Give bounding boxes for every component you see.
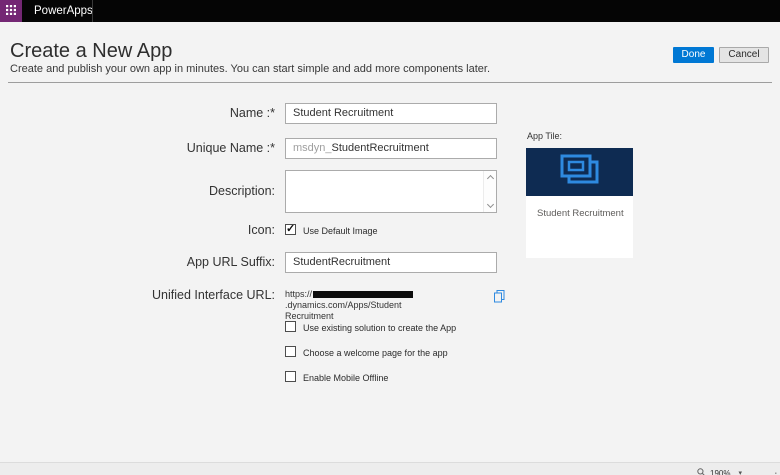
app-tile-card[interactable]: Student Recruitment [526,148,633,258]
unique-name-value: StudentRecruitment [332,142,429,154]
description-label: Description: [10,170,275,213]
scroll-down-icon[interactable] [486,201,493,208]
zoom-level-text: 190% [710,469,730,475]
topbar-app-name[interactable]: PowerApps [34,0,93,22]
name-label: Name :* [10,103,275,124]
zoom-dropdown-caret-icon: ▾ [738,469,742,475]
choose-welcome-page-checkbox[interactable]: ✓ [285,346,296,357]
redacted-org-name [313,291,413,298]
top-navigation-bar: PowerApps [0,0,780,22]
use-default-image-label: Use Default Image [303,226,378,236]
url-suffix-line1: .dynamics.com/Apps/Student [285,300,402,310]
use-existing-solution-checkbox[interactable]: ✓ [285,321,296,332]
topbar-separator [92,0,93,22]
url-line-1: https://.dynamics.com/Apps/Student [285,289,497,311]
copy-url-button[interactable] [494,290,505,308]
use-existing-solution-label: Use existing solution to create the App [303,323,456,333]
url-line-2: Recruitment [285,311,497,322]
zoom-control[interactable]: 190% ▾ [697,464,742,475]
app-launcher-button[interactable] [0,0,22,22]
unique-name-prefix: msdyn_ [293,142,332,154]
name-input-value: Student Recruitment [293,107,393,119]
status-bar [0,462,780,475]
header-divider [8,82,772,83]
icon-label: Icon: [10,224,275,236]
page-subtitle: Create and publish your own app in minut… [10,63,490,75]
unique-name-label: Unique Name :* [10,138,275,159]
app-url-suffix-input[interactable]: StudentRecruitment [285,252,497,273]
page-title: Create a New App [10,40,172,63]
enable-mobile-offline-label: Enable Mobile Offline [303,373,388,383]
app-tile-icon [558,153,602,192]
unified-interface-url-value: https://.dynamics.com/Apps/Student Recru… [285,289,497,322]
scroll-up-icon[interactable] [486,175,493,182]
done-button[interactable]: Done [673,47,714,63]
app-url-suffix-value: StudentRecruitment [293,256,390,268]
description-textarea[interactable] [285,170,497,213]
cancel-button[interactable]: Cancel [719,47,769,63]
app-tile-title: Student Recruitment [537,208,624,219]
use-default-image-checkbox[interactable]: ✓ [285,224,296,235]
name-input[interactable]: Student Recruitment [285,103,497,124]
app-tile-image [526,148,633,196]
unique-name-input[interactable]: msdyn_StudentRecruitment [285,138,497,159]
create-new-app-page: PowerApps Create a New App Create and pu… [0,0,780,475]
choose-welcome-page-label: Choose a welcome page for the app [303,348,448,358]
app-url-suffix-label: App URL Suffix: [10,252,275,273]
app-tile-label: App Tile: [527,131,562,141]
resize-grip-icon[interactable] [769,465,777,475]
unified-interface-url-label: Unified Interface URL: [10,289,275,301]
magnifier-icon [697,464,706,475]
copy-icon [494,290,505,307]
url-prefix: https:// [285,289,312,299]
check-icon: ✓ [286,222,295,235]
waffle-icon [6,2,16,20]
description-scrollbar[interactable] [483,171,496,212]
enable-mobile-offline-checkbox[interactable]: ✓ [285,371,296,382]
